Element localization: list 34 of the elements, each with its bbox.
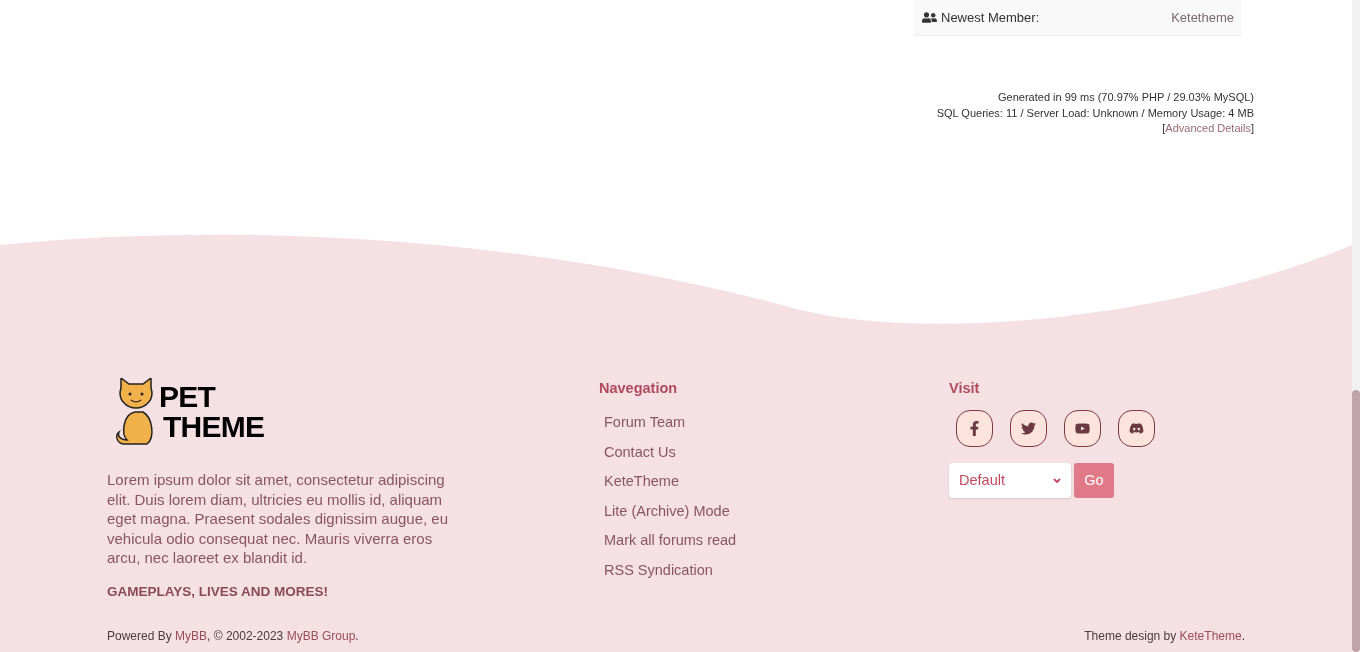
visit-heading: Visit [949, 379, 981, 398]
nav-link[interactable]: Mark all forums read [604, 526, 949, 556]
discord-icon [1129, 421, 1144, 436]
logo-text: PET THEME [159, 382, 265, 442]
youtube-icon [1075, 421, 1090, 436]
chevron-icon [1053, 477, 1061, 484]
youtube-button[interactable] [1064, 410, 1101, 447]
nav-link[interactable]: KeteTheme [604, 467, 949, 497]
nav-link[interactable]: Lite (Archive) Mode [604, 496, 949, 527]
go-button[interactable]: Go [1074, 463, 1114, 498]
advanced-details-link[interactable]: Advanced Details [1165, 121, 1251, 137]
facebook-icon [967, 421, 982, 436]
debug-text: SQL Queries: 11 / Server Load: Unknown / Memory Usage: 4 MB [936, 105, 1254, 121]
tagline-text: GAMEPLAYS, LIVES AND MORES! [107, 582, 330, 601]
bracket-text: [ [1162, 121, 1166, 136]
footer-link[interactable]: KeteTheme [1179, 629, 1242, 643]
credit-text: Theme design by KeteTheme. [1084, 628, 1245, 645]
about-text: Lorem ipsum dolor sit amet, consectetur adipiscing elit. Duis lorem diam, ultricies eu mollis id, aliquam eget magna. Praesent sodales dignissim augue, eu vehicula odio consequat nec. Mauris viverra eros arcu, nec laoreet ex blandit id. [107, 470, 450, 568]
bracket-text: ] [1250, 121, 1254, 136]
discord-button[interactable] [1118, 410, 1155, 447]
nav-link[interactable]: RSS Syndication [604, 555, 949, 586]
twitter-icon [1021, 421, 1036, 436]
twitter-button[interactable] [1010, 410, 1047, 447]
nav-link[interactable]: Contact Us [604, 437, 949, 468]
debug-text: Generated in 99 ms (70.97% PHP / 29.03% MySQL) [998, 90, 1254, 105]
members-icon [922, 10, 937, 25]
navigation-heading: Navegation [599, 379, 679, 398]
nav-link[interactable]: Forum Team [604, 408, 949, 438]
scrollbar-thumb[interactable] [1352, 390, 1360, 652]
stats-label: Newest Member: [941, 8, 1040, 27]
facebook-button[interactable] [956, 410, 993, 447]
theme-select[interactable]: Default [949, 463, 1071, 498]
copyright-text: Powered By MyBB, © 2002-2023 MyBB Group. [107, 628, 359, 645]
member-link[interactable]: Ketetheme [1171, 7, 1234, 28]
